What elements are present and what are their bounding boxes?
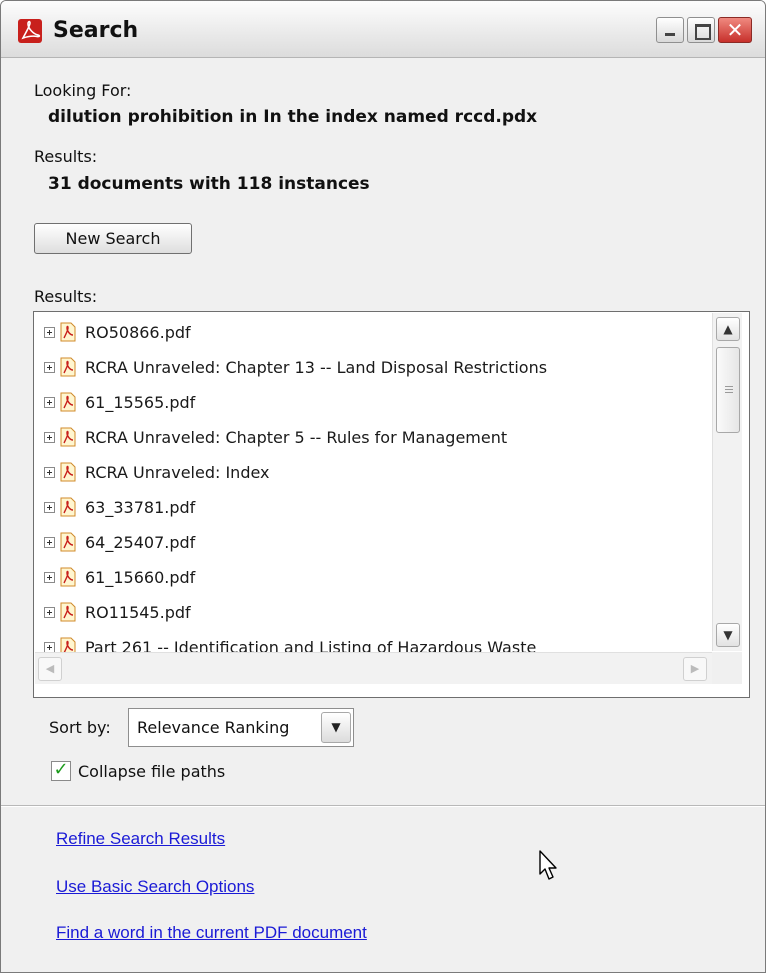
horizontal-scrollbar[interactable]: ◀ ▶	[35, 652, 712, 684]
use-basic-search-options-link[interactable]: Use Basic Search Options	[56, 877, 254, 897]
looking-for-label: Looking For:	[34, 81, 132, 100]
chevron-left-icon: ◀	[45, 662, 55, 675]
pdf-file-icon	[60, 462, 76, 482]
list-item[interactable]: RCRA Unraveled: Chapter 5 -- Rules for M…	[44, 420, 507, 454]
list-item[interactable]: RO11545.pdf	[44, 595, 191, 629]
expand-icon[interactable]	[44, 396, 55, 408]
expand-icon[interactable]	[44, 536, 55, 548]
minimize-button[interactable]	[656, 17, 684, 43]
expand-icon[interactable]	[44, 641, 55, 653]
results-list[interactable]: RO50866.pdf RCRA Unraveled: Chapter 13 -…	[33, 311, 750, 698]
chevron-up-icon: ▲	[723, 322, 733, 336]
pdf-file-icon	[60, 392, 76, 412]
results-list-label: Results:	[34, 287, 98, 306]
expand-icon[interactable]	[44, 501, 55, 513]
list-item-label: 61_15660.pdf	[85, 567, 196, 587]
scroll-left-button[interactable]: ◀	[38, 657, 62, 681]
checkmark-icon: ✓	[53, 759, 69, 780]
collapse-file-paths-label[interactable]: Collapse file paths	[78, 762, 225, 781]
list-item-label: 63_33781.pdf	[85, 497, 196, 517]
pdf-file-icon	[60, 567, 76, 587]
list-item[interactable]: RCRA Unraveled: Chapter 13 -- Land Dispo…	[44, 350, 547, 384]
scroll-up-button[interactable]: ▲	[716, 317, 740, 341]
dropdown-button[interactable]: ▼	[321, 712, 351, 743]
collapse-file-paths-checkbox[interactable]: ✓	[51, 759, 71, 781]
scroll-down-button[interactable]: ▼	[716, 623, 740, 647]
sort-by-value: Relevance Ranking	[137, 718, 290, 737]
scroll-thumb[interactable]	[716, 347, 740, 433]
adobe-reader-icon	[18, 19, 42, 43]
maximize-button[interactable]	[687, 17, 715, 43]
list-item[interactable]: 64_25407.pdf	[44, 525, 195, 559]
looking-for-value: dilution prohibition in In the index nam…	[48, 107, 538, 127]
list-item-label: RCRA Unraveled: Chapter 13 -- Land Dispo…	[85, 357, 548, 377]
list-item-label: RCRA Unraveled: Index	[85, 462, 270, 482]
list-item-label: RO50866.pdf	[85, 322, 191, 342]
expand-icon[interactable]	[44, 606, 55, 618]
scroll-right-button[interactable]: ▶	[683, 657, 707, 681]
pdf-file-icon	[60, 497, 76, 517]
list-item[interactable]: 61_15660.pdf	[44, 560, 195, 594]
scrollbar-corner	[712, 652, 742, 684]
pdf-file-icon	[60, 427, 76, 447]
list-item[interactable]: RO50866.pdf	[44, 315, 191, 349]
window-title: Search	[53, 18, 139, 43]
pdf-file-icon	[60, 357, 76, 377]
chevron-down-icon: ▼	[331, 720, 341, 734]
sort-by-select[interactable]: Relevance Ranking ▼	[128, 708, 354, 747]
grip-icon	[725, 386, 733, 394]
find-word-in-document-link[interactable]: Find a word in the current PDF document	[56, 923, 367, 943]
expand-icon[interactable]	[44, 571, 55, 583]
results-label: Results:	[34, 147, 98, 166]
list-item[interactable]: 63_33781.pdf	[44, 490, 195, 524]
expand-icon[interactable]	[44, 431, 55, 443]
close-button[interactable]: ✕	[718, 17, 752, 43]
sort-by-label: Sort by:	[49, 718, 111, 737]
list-item-label: 61_15565.pdf	[85, 392, 196, 412]
pdf-file-icon	[60, 322, 76, 342]
list-item[interactable]: 61_15565.pdf	[44, 385, 195, 419]
list-item-label: 64_25407.pdf	[85, 532, 196, 552]
results-summary: 31 documents with 118 instances	[48, 174, 370, 194]
refine-search-results-link[interactable]: Refine Search Results	[56, 829, 225, 849]
pdf-file-icon	[60, 602, 76, 622]
expand-icon[interactable]	[44, 326, 55, 338]
title-bar[interactable]: Search ✕	[1, 1, 765, 58]
mouse-cursor-icon	[539, 850, 557, 880]
new-search-button[interactable]: New Search	[34, 223, 192, 254]
expand-icon[interactable]	[44, 361, 55, 373]
close-icon: ✕	[726, 18, 744, 42]
divider-highlight	[1, 806, 765, 807]
vertical-scrollbar[interactable]: ▲ ▼	[712, 313, 742, 651]
search-window: Search ✕ Looking For: dilution prohibiti…	[0, 0, 766, 973]
list-item-label: RCRA Unraveled: Chapter 5 -- Rules for M…	[85, 427, 508, 447]
chevron-down-icon: ▼	[723, 628, 733, 642]
list-item[interactable]: RCRA Unraveled: Index	[44, 455, 270, 489]
chevron-right-icon: ▶	[690, 662, 700, 675]
pdf-file-icon	[60, 532, 76, 552]
list-item-label: RO11545.pdf	[85, 602, 191, 622]
expand-icon[interactable]	[44, 466, 55, 478]
